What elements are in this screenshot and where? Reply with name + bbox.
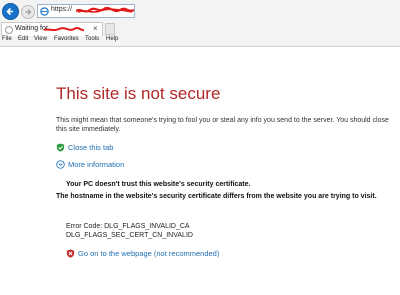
- go-on-label[interactable]: Go on to the webpage (not recommended): [78, 249, 219, 258]
- menu-help[interactable]: Help: [106, 36, 118, 42]
- tab-close-button[interactable]: ×: [93, 24, 98, 33]
- expand-chevron-icon: [56, 160, 65, 169]
- error-code: Error Code: DLG_FLAGS_INVALID_CA: [66, 223, 190, 230]
- hostname-warning: The hostname in the website's security c…: [56, 193, 377, 200]
- loading-icon: [5, 26, 13, 34]
- shield-x-icon: [66, 249, 75, 258]
- browser-tab[interactable]: Waiting for ×: [1, 22, 103, 36]
- url-text: https://: [51, 6, 73, 13]
- site-icon: [40, 7, 49, 16]
- redaction-scribble: [44, 27, 84, 32]
- shield-check-icon: [56, 143, 65, 152]
- menu-tools[interactable]: Tools: [85, 36, 99, 42]
- close-tab-label[interactable]: Close this tab: [68, 143, 113, 152]
- page-title: This site is not secure: [56, 84, 221, 103]
- menu-view[interactable]: View: [34, 36, 47, 42]
- redaction-scribble: [76, 7, 134, 13]
- menu-file[interactable]: File: [2, 36, 12, 42]
- browser-chrome: https:// Waiting for × File Edit View Fa…: [0, 0, 400, 47]
- new-tab-button[interactable]: [105, 23, 115, 35]
- certificate-warning: Your PC doesn't trust this website's sec…: [66, 181, 251, 188]
- menu-edit[interactable]: Edit: [18, 36, 28, 42]
- back-arrow-icon: [6, 7, 13, 16]
- back-button[interactable]: [2, 3, 19, 20]
- forward-button[interactable]: [21, 5, 35, 19]
- menu-favorites[interactable]: Favorites: [54, 36, 79, 42]
- more-information-label[interactable]: More information: [68, 160, 124, 169]
- warning-description: This might mean that someone's trying to…: [56, 117, 389, 133]
- error-code-secondary: DLG_FLAGS_SEC_CERT_CN_INVALID: [66, 232, 193, 239]
- forward-arrow-icon: [25, 9, 32, 15]
- address-bar[interactable]: https://: [37, 4, 135, 18]
